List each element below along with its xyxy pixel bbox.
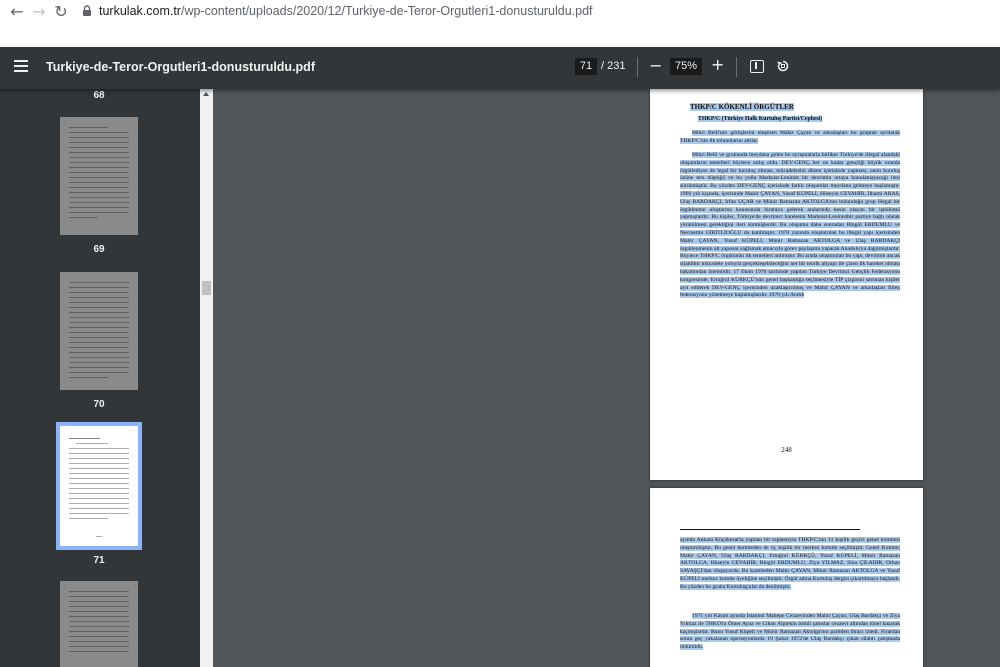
- pdf-page-248: THKP/C KÖKENLİ ÖRGÜTLER THKP/C (Türkiye …: [650, 89, 923, 480]
- thumbnail-label: 69: [93, 244, 105, 255]
- page-thumbnail-70[interactable]: [60, 272, 138, 390]
- sidebar-scrollbar[interactable]: [200, 89, 213, 667]
- pdf-page-249: ayında Ankara Küçükesat'ta yapılan bir t…: [650, 488, 923, 667]
- thumbnail-sidebar: 68 69 70 71: [0, 89, 213, 667]
- scrollbar-thumb[interactable]: [202, 281, 211, 295]
- page-subheading: THKP/C (Türkiye Halk Kurtuluş Partisi/Ce…: [698, 116, 823, 122]
- pdf-viewer[interactable]: THKP/C KÖKENLİ ÖRGÜTLER THKP/C (Türkiye …: [213, 89, 1000, 667]
- paragraph: Mihri Belli ve grubunda meydana gelen bu…: [680, 152, 900, 300]
- page-thumbnail-72[interactable]: [60, 581, 138, 667]
- back-arrow-icon[interactable]: ←: [7, 2, 27, 22]
- url-field[interactable]: turkulak.com.tr/wp-content/uploads/2020/…: [99, 4, 593, 18]
- paragraph: 1971 yılı Kasım ayında İstanbul Maltepe …: [680, 613, 900, 652]
- thumbnail-label: 70: [93, 399, 105, 410]
- pdf-toolbar: Turkiye-de-Teror-Orgutleri1-donusturuldu…: [0, 47, 1000, 89]
- document-title: Turkiye-de-Teror-Orgutleri1-donusturuldu…: [46, 60, 315, 74]
- paragraph-text: ayında Ankara Küçükesat'ta yapılan bir t…: [680, 537, 900, 590]
- forward-arrow-icon[interactable]: →: [29, 2, 49, 22]
- page-number-input[interactable]: 71: [575, 58, 597, 75]
- scroll-up-arrow-icon[interactable]: [203, 92, 209, 96]
- paragraph-text: 1971 yılı Kasım ayında İstanbul Maltepe …: [680, 613, 900, 651]
- paragraph-text: Mihri Belli'nin görüşlerini eleştiren Ma…: [680, 130, 900, 144]
- lock-icon[interactable]: [80, 4, 94, 18]
- page-thumbnail-69[interactable]: [60, 117, 138, 235]
- page-thumbnail-71-active[interactable]: [56, 422, 142, 550]
- page-rule: [680, 529, 860, 530]
- paragraph-text: Mihri Belli ve grubunda meydana gelen bu…: [680, 152, 900, 299]
- paragraph: Mihri Belli'nin görüşlerini eleştiren Ma…: [680, 130, 900, 146]
- zoom-out-button[interactable]: −: [649, 56, 662, 75]
- browser-address-bar: ← → ↻ turkulak.com.tr/wp-content/uploads…: [0, 0, 1000, 47]
- zoom-in-button[interactable]: +: [711, 55, 724, 74]
- thumbnail-label: 68: [93, 90, 105, 101]
- page-heading: THKP/C KÖKENLİ ÖRGÜTLER: [690, 103, 794, 111]
- fit-to-page-icon[interactable]: [750, 60, 764, 73]
- url-host: turkulak.com.tr: [99, 4, 181, 18]
- page-number: 248: [781, 446, 792, 454]
- toolbar-divider: [736, 57, 737, 77]
- paragraph: ayında Ankara Küçükesat'ta yapılan bir t…: [680, 537, 900, 592]
- zoom-input[interactable]: 75%: [670, 58, 702, 75]
- url-path: /wp-content/uploads/2020/12/Turkiye-de-T…: [180, 4, 593, 18]
- thumbnail-label: 71: [93, 555, 105, 566]
- page-total: / 231: [601, 60, 626, 72]
- menu-icon[interactable]: [14, 60, 28, 72]
- reload-icon[interactable]: ↻: [51, 2, 71, 22]
- toolbar-divider: [637, 57, 638, 77]
- rotate-icon[interactable]: [776, 59, 790, 73]
